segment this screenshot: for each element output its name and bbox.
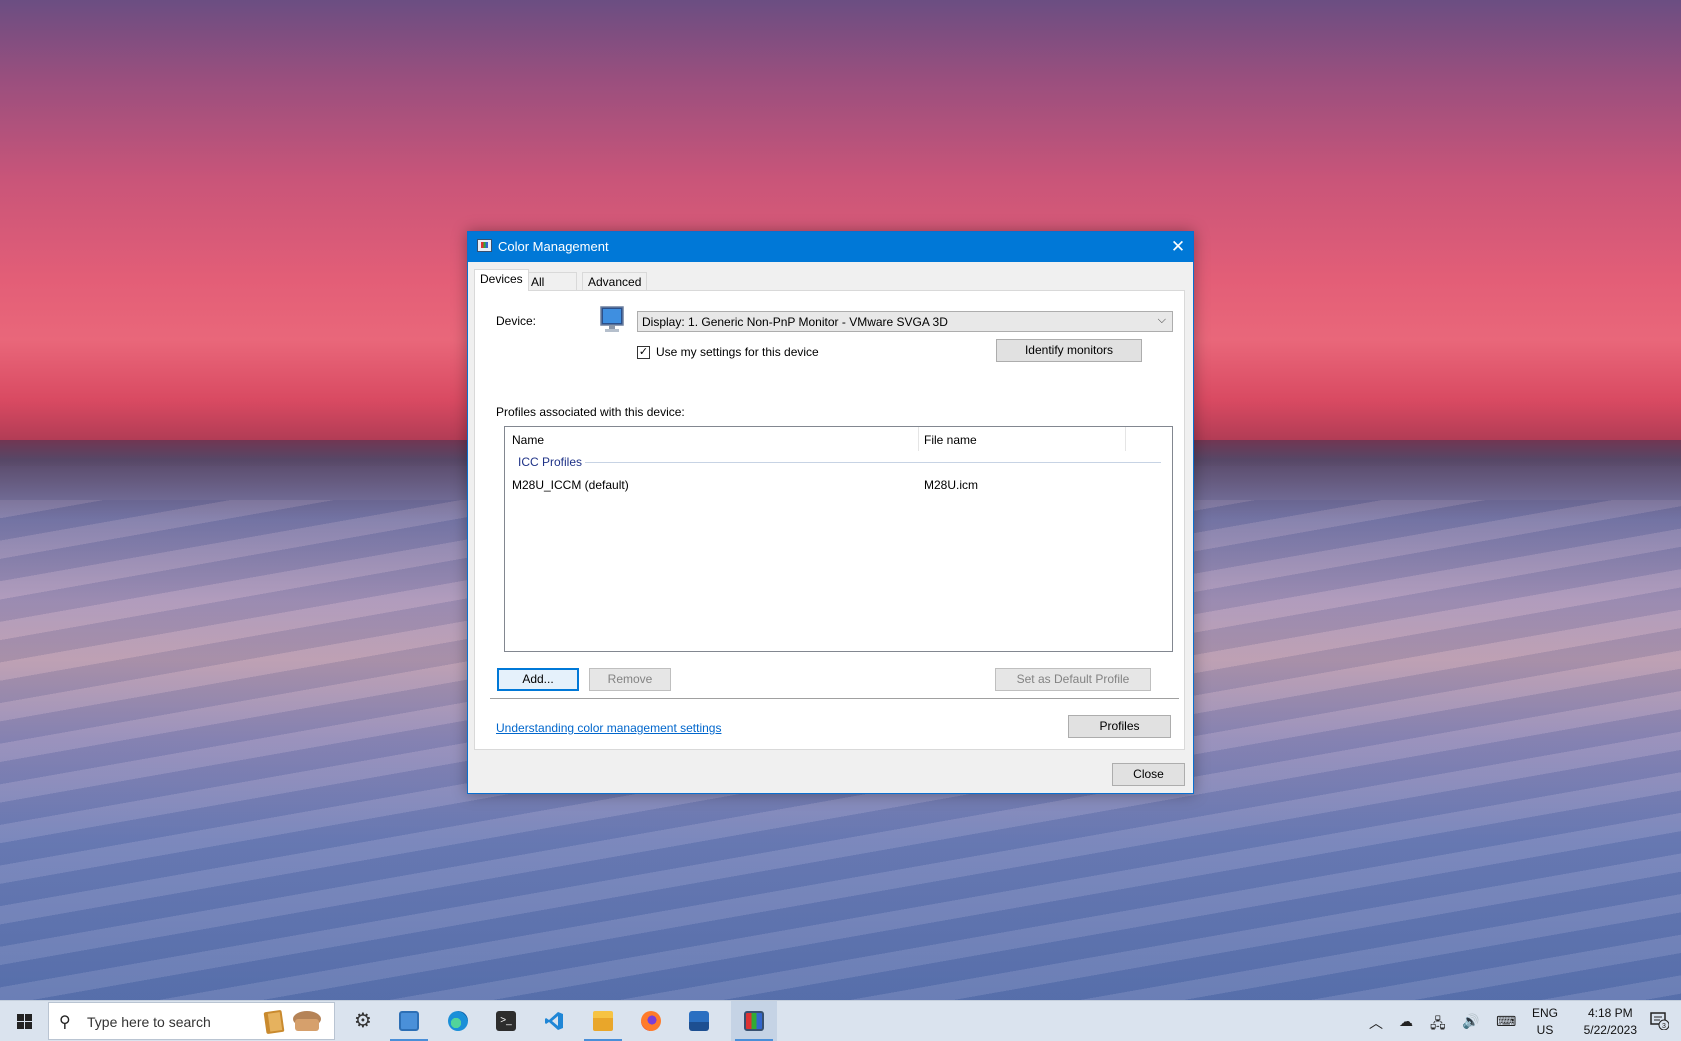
profile-name: M28U_ICCM (default) xyxy=(512,478,629,492)
profiles-list[interactable]: Name File name ICC Profiles M28U_ICCM (d… xyxy=(504,426,1173,652)
taskbar-terminal[interactable]: >_ xyxy=(483,1001,529,1041)
start-button[interactable] xyxy=(0,1001,48,1041)
tab-devices[interactable]: Devices xyxy=(474,269,529,291)
column-name[interactable]: Name xyxy=(512,433,544,447)
language-indicator[interactable]: ENG US xyxy=(1532,1005,1558,1039)
photos-icon xyxy=(689,1011,709,1031)
chevron-down-icon: ⌵ xyxy=(1158,314,1166,327)
device-label: Device: xyxy=(496,314,536,328)
profile-file: M28U.icm xyxy=(924,478,978,492)
search-icon: ⚲ xyxy=(59,1012,71,1032)
network-icon[interactable]: 🖧 xyxy=(1430,1013,1446,1037)
clock-date: 5/22/2023 xyxy=(1584,1022,1637,1039)
taskbar-file-explorer[interactable] xyxy=(580,1001,626,1041)
gear-icon: ⚙ xyxy=(353,1011,373,1031)
profiles-button[interactable]: Profiles xyxy=(1068,715,1171,738)
terminal-icon: >_ xyxy=(496,1011,516,1031)
device-dropdown[interactable]: Display: 1. Generic Non-PnP Monitor - VM… xyxy=(637,311,1173,332)
use-settings-label[interactable]: Use my settings for this device xyxy=(656,345,819,359)
vscode-icon xyxy=(544,1011,564,1031)
taskbar-photos[interactable] xyxy=(676,1001,722,1041)
color-management-icon xyxy=(477,239,492,252)
close-button[interactable]: Close xyxy=(1112,763,1185,786)
control-panel-icon xyxy=(399,1011,419,1031)
column-file-name[interactable]: File name xyxy=(924,433,977,447)
taskbar-control-panel[interactable] xyxy=(386,1001,432,1041)
windows-icon xyxy=(17,1014,32,1029)
list-item[interactable]: M28U_ICCM (default) M28U.icm xyxy=(505,476,1172,494)
search-highlight-icon[interactable] xyxy=(259,1007,327,1035)
taskbar-edge[interactable] xyxy=(435,1001,481,1041)
device-dropdown-value: Display: 1. Generic Non-PnP Monitor - VM… xyxy=(642,315,948,329)
search-box[interactable]: ⚲ Type here to search xyxy=(48,1002,335,1040)
devices-panel: Device: Display: 1. Generic Non-PnP Moni… xyxy=(474,290,1185,750)
taskbar-color-management[interactable] xyxy=(731,1001,777,1041)
taskbar-firefox[interactable] xyxy=(628,1001,674,1041)
set-default-profile-button[interactable]: Set as Default Profile xyxy=(995,668,1151,691)
use-settings-checkbox[interactable]: ✓ xyxy=(637,346,650,359)
close-icon[interactable]: ✕ xyxy=(1163,232,1193,262)
language-code: ENG xyxy=(1532,1005,1558,1022)
tab-all-profiles[interactable]: All Profiles xyxy=(525,272,577,291)
chevron-up-icon[interactable]: ︿ xyxy=(1369,1013,1383,1033)
tab-advanced[interactable]: Advanced xyxy=(582,272,647,291)
taskbar-settings[interactable]: ⚙ xyxy=(340,1001,386,1041)
taskbar-vscode[interactable] xyxy=(531,1001,577,1041)
add-button[interactable]: Add... xyxy=(497,668,579,691)
taskbar: ⚲ Type here to search ⚙ >_ ︿ ☁ xyxy=(0,1000,1681,1041)
color-management-icon xyxy=(744,1011,764,1031)
list-header: Name File name xyxy=(505,427,1172,451)
notification-icon[interactable]: 3 xyxy=(1649,1010,1669,1030)
profiles-label: Profiles associated with this device: xyxy=(496,405,685,419)
volume-icon[interactable]: 🔊 xyxy=(1462,1013,1479,1030)
help-link[interactable]: Understanding color management settings xyxy=(496,721,721,735)
keyboard-icon[interactable]: ⌨ xyxy=(1496,1013,1516,1030)
edge-icon xyxy=(448,1011,468,1031)
column-divider[interactable] xyxy=(1125,427,1126,451)
title-bar[interactable]: Color Management ✕ xyxy=(468,232,1193,262)
firefox-icon xyxy=(641,1011,661,1031)
divider xyxy=(490,698,1179,699)
folder-icon xyxy=(593,1011,613,1031)
search-placeholder: Type here to search xyxy=(87,1014,211,1030)
column-divider[interactable] xyxy=(918,427,919,451)
remove-button[interactable]: Remove xyxy=(589,668,671,691)
clock-time: 4:18 PM xyxy=(1584,1005,1637,1022)
onedrive-icon[interactable]: ☁ xyxy=(1399,1013,1413,1030)
notification-count: 3 xyxy=(1662,1023,1666,1030)
clock[interactable]: 4:18 PM 5/22/2023 xyxy=(1584,1005,1637,1039)
keyboard-layout: US xyxy=(1532,1022,1558,1039)
group-header-icc-profiles[interactable]: ICC Profiles xyxy=(518,455,582,469)
color-management-dialog: Color Management ✕ Devices All Profiles … xyxy=(467,231,1194,794)
group-divider xyxy=(585,462,1161,463)
monitor-icon xyxy=(599,305,625,335)
window-title: Color Management xyxy=(498,239,609,254)
identify-monitors-button[interactable]: Identify monitors xyxy=(996,339,1142,362)
